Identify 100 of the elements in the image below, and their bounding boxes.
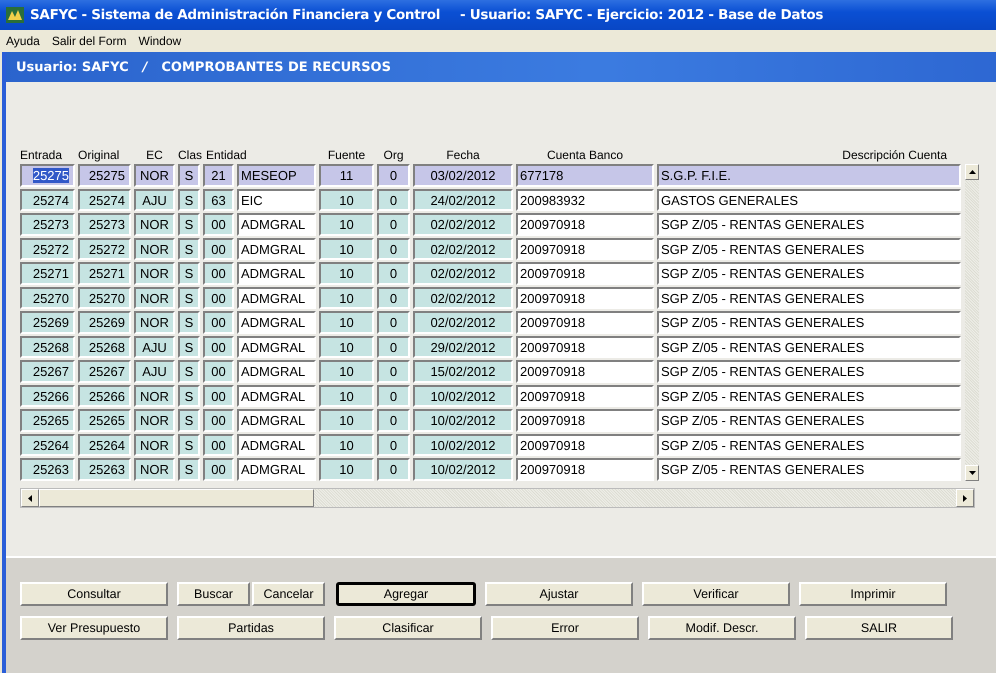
table-cell[interactable]: ADMGRAL	[237, 336, 316, 358]
table-cell[interactable]: 10	[319, 262, 374, 284]
table-cell[interactable]: 200970918	[516, 458, 654, 480]
table-cell[interactable]: S	[178, 311, 200, 334]
table-cell[interactable]: 00	[203, 262, 234, 284]
table-cell[interactable]: 25273	[20, 213, 75, 236]
table-cell[interactable]: 200970918	[516, 213, 654, 236]
table-cell[interactable]: 25271	[78, 262, 131, 284]
table-cell[interactable]: 00	[203, 238, 234, 260]
form-button[interactable]: Modif. Descr.	[648, 616, 796, 640]
table-cell[interactable]: ADMGRAL	[237, 213, 316, 236]
table-cell[interactable]: 25263	[20, 458, 75, 480]
table-cell[interactable]: 25274	[78, 188, 131, 211]
table-cell[interactable]: S	[178, 434, 200, 456]
table-cell[interactable]: AJU	[134, 336, 175, 358]
table-cell[interactable]: 15/02/2012	[413, 360, 513, 382]
table-cell[interactable]: NOR	[134, 311, 175, 334]
table-cell[interactable]: NOR	[134, 384, 175, 407]
table-cell[interactable]: S	[178, 188, 200, 211]
table-cell[interactable]: S	[178, 409, 200, 432]
table-cell[interactable]: ADMGRAL	[237, 458, 316, 480]
table-cell[interactable]: 0	[377, 434, 410, 456]
table-cell[interactable]: 0	[377, 384, 410, 407]
table-cell[interactable]: S.G.P. F.I.E.	[657, 164, 961, 186]
table-cell[interactable]: 25269	[78, 311, 131, 334]
table-cell[interactable]: 10	[319, 286, 374, 309]
table-cell[interactable]: SGP Z/05 - RENTAS GENERALES	[657, 262, 961, 284]
table-cell[interactable]: 200970918	[516, 409, 654, 432]
table-cell[interactable]: NOR	[134, 434, 175, 456]
form-button[interactable]: Ver Presupuesto	[20, 616, 168, 640]
table-cell[interactable]: ADMGRAL	[237, 262, 316, 284]
form-button[interactable]: Partidas	[177, 616, 325, 640]
horizontal-scrollbar[interactable]	[20, 488, 975, 508]
table-cell[interactable]: 29/02/2012	[413, 336, 513, 358]
table-cell[interactable]: NOR	[134, 238, 175, 260]
table-cell[interactable]: 10	[319, 360, 374, 382]
table-cell[interactable]: 0	[377, 262, 410, 284]
form-button[interactable]: Agregar	[336, 582, 476, 606]
table-cell[interactable]: 0	[377, 286, 410, 309]
table-cell[interactable]: 25268	[20, 336, 75, 358]
table-cell[interactable]: 00	[203, 311, 234, 334]
table-cell[interactable]: 02/02/2012	[413, 311, 513, 334]
table-cell[interactable]: 00	[203, 286, 234, 309]
form-button[interactable]: SALIR	[805, 616, 953, 640]
table-cell[interactable]: 00	[203, 409, 234, 432]
table-cell[interactable]: 25266	[78, 384, 131, 407]
table-cell[interactable]: 200970918	[516, 262, 654, 284]
table-cell[interactable]: S	[178, 164, 200, 186]
table-cell[interactable]: 0	[377, 458, 410, 480]
table-cell[interactable]: 25267	[78, 360, 131, 382]
table-cell[interactable]: 25265	[20, 409, 75, 432]
table-cell[interactable]: ADMGRAL	[237, 434, 316, 456]
table-cell[interactable]: 10	[319, 238, 374, 260]
table-cell[interactable]: SGP Z/05 - RENTAS GENERALES	[657, 434, 961, 456]
table-cell[interactable]: 200983932	[516, 188, 654, 211]
table-cell[interactable]: GASTOS GENERALES	[657, 188, 961, 211]
table-cell[interactable]: SGP Z/05 - RENTAS GENERALES	[657, 384, 961, 407]
table-cell[interactable]: 00	[203, 213, 234, 236]
table-cell[interactable]: AJU	[134, 188, 175, 211]
table-cell[interactable]: 200970918	[516, 286, 654, 309]
table-cell[interactable]: 10	[319, 188, 374, 211]
table-cell[interactable]: SGP Z/05 - RENTAS GENERALES	[657, 360, 961, 382]
form-button[interactable]: Consultar	[20, 582, 168, 606]
table-cell[interactable]: 11	[319, 164, 374, 186]
table-cell[interactable]: 0	[377, 409, 410, 432]
menu-item[interactable]: Ayuda	[6, 34, 40, 48]
menu-item[interactable]: Window	[138, 34, 182, 48]
table-cell[interactable]: 25264	[20, 434, 75, 456]
table-cell[interactable]: 25263	[78, 458, 131, 480]
table-cell[interactable]: SGP Z/05 - RENTAS GENERALES	[657, 213, 961, 236]
table-cell[interactable]: ADMGRAL	[237, 311, 316, 334]
table-cell[interactable]: ADMGRAL	[237, 238, 316, 260]
table-cell[interactable]: 25266	[20, 384, 75, 407]
table-cell[interactable]: S	[178, 458, 200, 480]
table-cell[interactable]: S	[178, 360, 200, 382]
table-cell[interactable]: 200970918	[516, 238, 654, 260]
table-cell[interactable]: 200970918	[516, 336, 654, 358]
form-button[interactable]: Ajustar	[485, 582, 633, 606]
form-button[interactable]: Cancelar	[252, 582, 325, 606]
form-button[interactable]: Clasificar	[334, 616, 482, 640]
table-cell[interactable]: S	[178, 384, 200, 407]
table-cell[interactable]: SGP Z/05 - RENTAS GENERALES	[657, 409, 961, 432]
table-cell[interactable]: 200970918	[516, 384, 654, 407]
table-cell[interactable]: SGP Z/05 - RENTAS GENERALES	[657, 311, 961, 334]
table-cell[interactable]: NOR	[134, 262, 175, 284]
table-cell[interactable]: 00	[203, 384, 234, 407]
table-cell[interactable]: 25264	[78, 434, 131, 456]
table-cell[interactable]: SGP Z/05 - RENTAS GENERALES	[657, 336, 961, 358]
table-cell[interactable]: 63	[203, 188, 234, 211]
vertical-scrollbar[interactable]	[965, 164, 979, 481]
table-cell[interactable]: 0	[377, 238, 410, 260]
table-cell[interactable]: S	[178, 286, 200, 309]
table-cell[interactable]: 10	[319, 458, 374, 480]
table-cell[interactable]: 677178	[516, 164, 654, 186]
table-cell[interactable]: 25270	[78, 286, 131, 309]
form-button[interactable]: Buscar	[177, 582, 250, 606]
table-cell[interactable]: 25272	[20, 238, 75, 260]
table-cell[interactable]: MESEOP	[237, 164, 316, 186]
table-cell[interactable]: 25271	[20, 262, 75, 284]
table-cell[interactable]: 10/02/2012	[413, 409, 513, 432]
